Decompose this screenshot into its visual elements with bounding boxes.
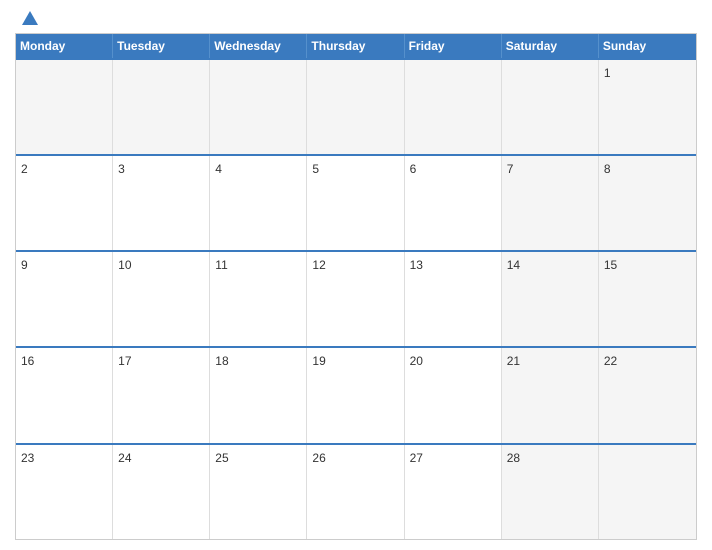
calendar-cell: 11 [210, 252, 307, 346]
day-number: 19 [312, 354, 325, 368]
weekday-header-tuesday: Tuesday [113, 34, 210, 58]
calendar-cell: 5 [307, 156, 404, 250]
calendar-cell [599, 445, 696, 539]
day-number: 27 [410, 451, 423, 465]
calendar-cell: 16 [16, 348, 113, 442]
page-header [15, 10, 697, 25]
calendar-cell: 8 [599, 156, 696, 250]
calendar-cell [502, 60, 599, 154]
weekday-header-friday: Friday [405, 34, 502, 58]
calendar-cell: 24 [113, 445, 210, 539]
weekday-header-monday: Monday [16, 34, 113, 58]
calendar-cell: 28 [502, 445, 599, 539]
day-number: 28 [507, 451, 520, 465]
calendar-body: 1234567891011121314151617181920212223242… [16, 58, 696, 539]
calendar-cell: 17 [113, 348, 210, 442]
calendar-cell: 27 [405, 445, 502, 539]
calendar-week-1: 1 [16, 58, 696, 154]
day-number: 16 [21, 354, 34, 368]
calendar-cell: 4 [210, 156, 307, 250]
day-number: 22 [604, 354, 617, 368]
weekday-header-wednesday: Wednesday [210, 34, 307, 58]
weekday-header-thursday: Thursday [307, 34, 404, 58]
logo-blue-text [20, 10, 38, 25]
calendar-cell: 25 [210, 445, 307, 539]
calendar-cell: 20 [405, 348, 502, 442]
calendar-week-4: 16 17 18 19 20 21 22 [16, 346, 696, 442]
day-number: 13 [410, 258, 423, 272]
day-number: 4 [215, 162, 222, 176]
calendar-cell: 26 [307, 445, 404, 539]
calendar-cell: 10 [113, 252, 210, 346]
day-number: 18 [215, 354, 228, 368]
day-number: 11 [215, 258, 227, 272]
weekday-header-saturday: Saturday [502, 34, 599, 58]
calendar-week-5: 23 24 25 26 27 28 [16, 443, 696, 539]
day-number: 8 [604, 162, 611, 176]
calendar-cell: 23 [16, 445, 113, 539]
calendar-cell [113, 60, 210, 154]
calendar-cell: 13 [405, 252, 502, 346]
calendar-page: MondayTuesdayWednesdayThursdayFridaySatu… [0, 0, 712, 550]
day-number: 6 [410, 162, 417, 176]
calendar-cell: 7 [502, 156, 599, 250]
day-number: 15 [604, 258, 617, 272]
calendar-header-row: MondayTuesdayWednesdayThursdayFridaySatu… [16, 34, 696, 58]
calendar-cell: 21 [502, 348, 599, 442]
calendar-cell: 12 [307, 252, 404, 346]
day-number: 2 [21, 162, 28, 176]
calendar-cell: 22 [599, 348, 696, 442]
calendar-week-2: 2 3 4 5 6 7 8 [16, 154, 696, 250]
day-number: 17 [118, 354, 131, 368]
day-number: 23 [21, 451, 34, 465]
calendar-cell: 6 [405, 156, 502, 250]
calendar-cell: 14 [502, 252, 599, 346]
calendar-week-3: 9 10 11 12 13 14 15 [16, 250, 696, 346]
calendar-cell: 3 [113, 156, 210, 250]
weekday-header-sunday: Sunday [599, 34, 696, 58]
day-number: 1 [604, 66, 611, 80]
day-number: 20 [410, 354, 423, 368]
calendar-cell: 1 [599, 60, 696, 154]
day-number: 3 [118, 162, 125, 176]
calendar-cell: 9 [16, 252, 113, 346]
calendar-cell [16, 60, 113, 154]
calendar-grid: MondayTuesdayWednesdayThursdayFridaySatu… [15, 33, 697, 540]
day-number: 5 [312, 162, 319, 176]
day-number: 14 [507, 258, 520, 272]
day-number: 9 [21, 258, 28, 272]
calendar-cell: 2 [16, 156, 113, 250]
day-number: 10 [118, 258, 131, 272]
day-number: 21 [507, 354, 520, 368]
calendar-cell: 18 [210, 348, 307, 442]
day-number: 24 [118, 451, 131, 465]
calendar-cell: 19 [307, 348, 404, 442]
calendar-cell [307, 60, 404, 154]
calendar-cell: 15 [599, 252, 696, 346]
day-number: 25 [215, 451, 228, 465]
day-number: 26 [312, 451, 325, 465]
calendar-cell [405, 60, 502, 154]
logo [20, 10, 38, 25]
calendar-cell [210, 60, 307, 154]
logo-triangle-icon [22, 11, 38, 25]
day-number: 12 [312, 258, 325, 272]
day-number: 7 [507, 162, 514, 176]
